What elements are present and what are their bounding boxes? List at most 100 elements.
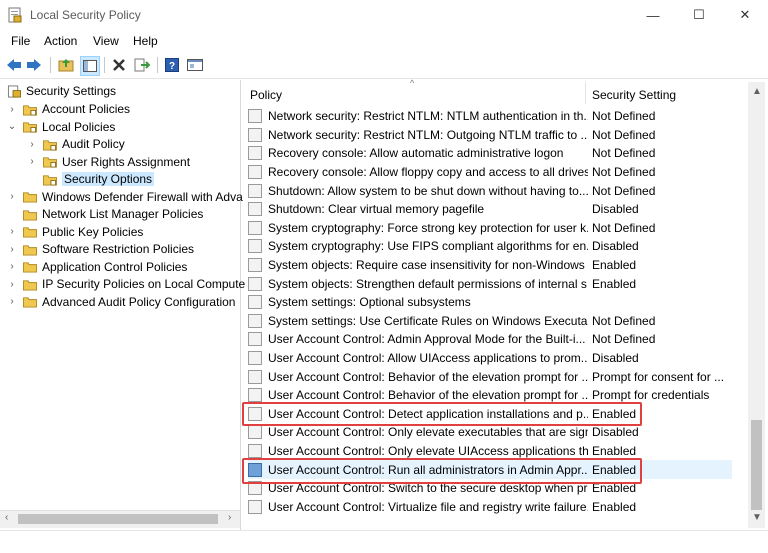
tree-label: IP Security Policies on Local Compute — [42, 277, 246, 291]
menu-help[interactable]: Help — [133, 34, 158, 48]
chevron-right-icon[interactable]: › — [6, 296, 18, 307]
column-divider[interactable] — [585, 82, 586, 104]
policy-setting-icon — [248, 332, 262, 347]
sort-indicator-icon: ^ — [410, 78, 415, 88]
help-icon[interactable]: ? — [163, 56, 181, 74]
policy-row[interactable]: System objects: Strengthen default permi… — [248, 274, 732, 293]
policy-row[interactable]: User Account Control: Virtualize file an… — [248, 498, 732, 517]
policy-setting-icon — [248, 295, 262, 310]
policy-setting-icon — [248, 369, 262, 384]
export-list-icon[interactable] — [133, 56, 151, 74]
folder-icon — [23, 209, 37, 221]
forward-icon[interactable] — [25, 56, 43, 74]
tree-label: Security Options — [62, 172, 155, 186]
policy-row[interactable]: Network security: Restrict NTLM: NTLM au… — [248, 107, 732, 126]
tree-root-security-settings[interactable]: Security Settings — [6, 82, 116, 100]
tree-item[interactable]: › Advanced Audit Policy Configuration — [6, 293, 235, 311]
policy-row[interactable]: System cryptography: Force strong key pr… — [248, 219, 732, 238]
chevron-right-icon[interactable]: › — [6, 279, 18, 290]
chevron-down-icon[interactable]: ⌄ — [6, 121, 18, 132]
security-setting-value: Prompt for credentials — [592, 388, 710, 403]
tree-label: Security Settings — [26, 84, 117, 98]
tree-item[interactable]: › Audit Policy — [26, 135, 124, 153]
column-header-policy[interactable]: Policy — [250, 84, 282, 106]
toolbar-separator — [104, 57, 105, 73]
delete-icon[interactable] — [110, 56, 128, 74]
policy-row[interactable]: System settings: Optional subsystems — [248, 293, 732, 312]
scrollbar-thumb[interactable] — [751, 420, 762, 510]
policy-row[interactable]: Network security: Restrict NTLM: Outgoin… — [248, 126, 732, 145]
policy-row[interactable]: Shutdown: Clear virtual memory pagefile D… — [248, 200, 732, 219]
menu-view[interactable]: View — [93, 34, 119, 48]
scroll-left-icon[interactable]: ‹ — [5, 512, 8, 523]
chevron-right-icon[interactable]: › — [6, 226, 18, 237]
chevron-right-icon[interactable]: › — [6, 104, 18, 115]
policy-row[interactable]: User Account Control: Allow UIAccess app… — [248, 349, 732, 368]
tree-item[interactable]: › Public Key Policies — [6, 223, 143, 241]
column-header-security-setting[interactable]: Security Setting — [592, 84, 676, 106]
chevron-right-icon[interactable]: › — [26, 139, 38, 150]
policy-name: User Account Control: Allow UIAccess app… — [268, 351, 588, 366]
policy-setting-icon — [248, 313, 262, 328]
policy-setting-icon — [248, 444, 262, 459]
up-folder-icon[interactable] — [57, 56, 75, 74]
chevron-right-icon[interactable]: › — [6, 191, 18, 202]
tree-item[interactable]: › Application Control Policies — [6, 258, 187, 276]
scroll-right-icon[interactable]: › — [228, 512, 231, 523]
policy-row[interactable]: System objects: Require case insensitivi… — [248, 256, 732, 275]
policy-folder-icon — [43, 157, 57, 168]
tree-item[interactable]: › Software Restriction Policies — [6, 240, 194, 258]
menu-bar: File Action View Help — [0, 30, 768, 52]
tree-label: Public Key Policies — [42, 224, 144, 239]
menu-action[interactable]: Action — [44, 34, 77, 48]
scroll-down-icon[interactable]: ▼ — [752, 512, 762, 523]
tree-item[interactable]: Security Options — [26, 170, 155, 188]
menu-file[interactable]: File — [11, 34, 30, 48]
tree-label: Account Policies — [42, 102, 131, 116]
tree-item[interactable]: › Account Policies — [6, 100, 130, 118]
policy-name: User Account Control: Admin Approval Mod… — [268, 332, 586, 347]
policy-name: System objects: Require case insensitivi… — [268, 258, 588, 273]
close-button[interactable]: ✕ — [722, 0, 768, 30]
vertical-scrollbar[interactable]: ▲ ▼ — [748, 82, 765, 528]
back-icon[interactable] — [5, 56, 23, 74]
policy-row[interactable]: Shutdown: Allow system to be shut down w… — [248, 181, 732, 200]
policy-row[interactable]: User Account Control: Admin Approval Mod… — [248, 330, 732, 349]
policy-setting-icon — [248, 183, 262, 198]
security-setting-value: Not Defined — [592, 146, 656, 161]
policy-setting-icon — [248, 127, 262, 142]
security-setting-value: Disabled — [592, 351, 639, 366]
policy-row[interactable]: System settings: Use Certificate Rules o… — [248, 312, 732, 331]
show-hide-tree-icon[interactable] — [80, 56, 100, 76]
properties-icon[interactable] — [186, 56, 204, 74]
scrollbar-thumb[interactable] — [18, 514, 218, 524]
tree-item[interactable]: › Windows Defender Firewall with Adva — [6, 188, 242, 206]
security-setting-value: Not Defined — [592, 109, 656, 124]
status-bar — [0, 530, 768, 553]
tree-item[interactable]: › User Rights Assignment — [26, 153, 190, 171]
policy-row[interactable]: User Account Control: Behavior of the el… — [248, 367, 732, 386]
window-title: Local Security Policy — [30, 8, 141, 22]
scroll-up-icon[interactable]: ▲ — [752, 86, 762, 97]
policy-name: System settings: Optional subsystems — [268, 295, 471, 310]
policy-name: User Account Control: Only elevate UIAcc… — [268, 444, 588, 459]
policy-setting-icon — [248, 276, 262, 291]
policy-row[interactable]: Recovery console: Allow automatic admini… — [248, 144, 732, 163]
tree-label: User Rights Assignment — [62, 154, 191, 169]
chevron-right-icon[interactable]: › — [6, 261, 18, 272]
tree-item[interactable]: Network List Manager Policies — [6, 205, 203, 223]
chevron-right-icon[interactable]: › — [26, 156, 38, 167]
maximize-button[interactable]: ☐ — [676, 0, 722, 30]
chevron-right-icon[interactable]: › — [6, 244, 18, 255]
policy-row[interactable]: System cryptography: Use FIPS compliant … — [248, 237, 732, 256]
shield-policy-icon — [23, 279, 37, 291]
horizontal-scrollbar[interactable]: ‹ › — [0, 510, 240, 528]
security-setting-value: Prompt for consent for ... — [592, 369, 725, 384]
tree-item[interactable]: ⌄ Local Policies — [6, 118, 116, 136]
policy-row[interactable]: Recovery console: Allow floppy copy and … — [248, 163, 732, 182]
minimize-button[interactable]: — — [630, 0, 676, 30]
policy-setting-icon — [248, 239, 262, 254]
tree-item[interactable]: › IP Security Policies on Local Compute — [6, 275, 245, 293]
policy-name: System cryptography: Force strong key pr… — [268, 220, 588, 235]
folder-icon — [23, 262, 37, 273]
